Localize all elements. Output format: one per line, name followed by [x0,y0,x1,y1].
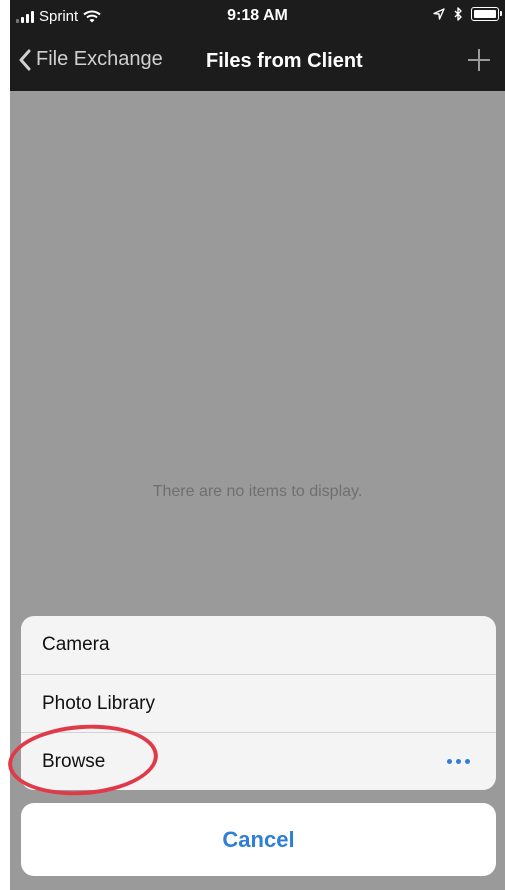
page-title: Files from Client [206,50,363,72]
option-label: Photo Library [42,693,156,714]
empty-state-message: There are no items to display. [152,483,363,500]
back-button[interactable]: File Exchange [18,48,163,71]
option-label: Browse [42,751,106,772]
more-icon [447,759,470,764]
option-label: Camera [42,634,110,655]
screenshot-frame: Sprint 9:18 AM File Exchange Files from … [0,0,505,890]
status-bar: Sprint 9:18 AM [10,0,505,32]
plus-icon[interactable] [465,46,493,74]
location-icon [433,8,445,20]
browse-option[interactable]: Browse [21,732,496,790]
nav-bar: File Exchange Files from Client [10,32,505,91]
status-time: 9:18 AM [227,7,288,24]
photo-library-option[interactable]: Photo Library [21,674,496,733]
phone-screen: Sprint 9:18 AM File Exchange Files from … [10,0,505,890]
bluetooth-icon [454,7,462,21]
action-sheet: Camera Photo Library Browse [21,616,496,790]
camera-option[interactable]: Camera [21,616,496,674]
status-right [433,7,502,21]
battery-icon [471,7,502,21]
cancel-button[interactable]: Cancel [21,803,496,876]
back-label: File Exchange [36,48,163,70]
chevron-left-icon [19,49,31,70]
